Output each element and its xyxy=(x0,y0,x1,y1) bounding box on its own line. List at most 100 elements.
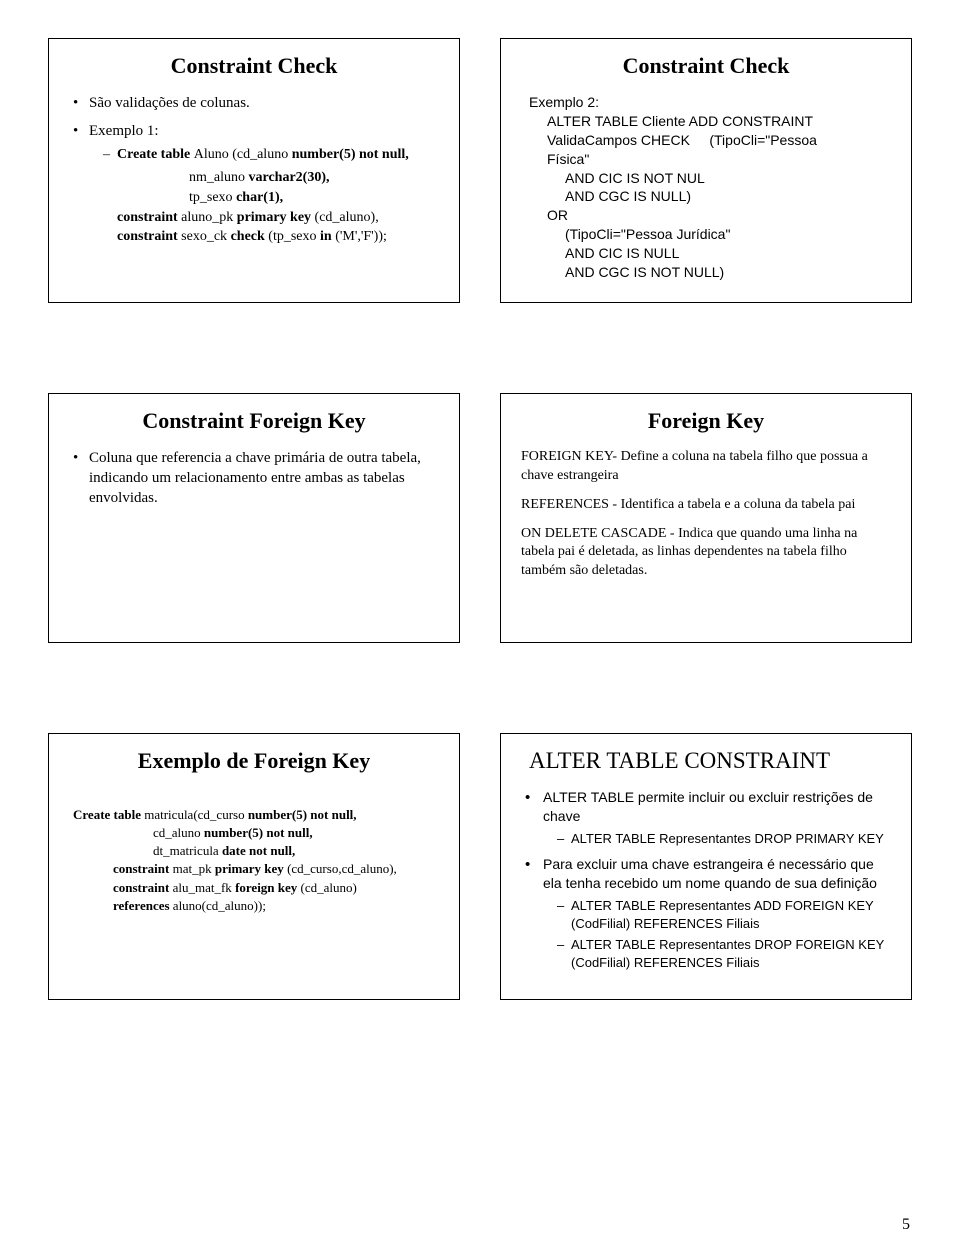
slide-exemplo-fk: Exemplo de Foreign Key Create table matr… xyxy=(48,733,460,1000)
example-label: Exemplo 2: xyxy=(529,94,599,110)
slide-constraint-check-2: Constraint Check Exemplo 2: ALTER TABLE … xyxy=(500,38,912,303)
ident: Aluno (cd_aluno xyxy=(194,147,292,162)
sub-item: ALTER TABLE Representantes DROP FOREIGN … xyxy=(557,936,891,971)
code-text: ValidaCampos CHECK xyxy=(547,132,690,148)
kw: char(1), xyxy=(236,190,283,205)
ident: sexo_ck xyxy=(181,229,230,244)
bullet-list: Coluna que referencia a chave primária d… xyxy=(69,448,439,509)
code-line: cd_aluno number(5) not null, xyxy=(73,824,439,842)
ident: nm_aluno xyxy=(189,170,249,185)
slide-constraint-check-1: Constraint Check São validações de colun… xyxy=(48,38,460,303)
ident: (cd_aluno), xyxy=(315,210,379,225)
slide-title: Constraint Check xyxy=(69,53,439,79)
slide-title: ALTER TABLE CONSTRAINT xyxy=(521,748,891,774)
code-line: constraint mat_pk primary key (cd_curso,… xyxy=(73,860,439,878)
code-line: nm_aluno varchar2(30), xyxy=(189,168,439,188)
ident: aluno(cd_aluno)); xyxy=(173,898,266,913)
code-line: OR xyxy=(529,206,891,225)
kw: constraint xyxy=(113,880,173,895)
slide-grid: Constraint Check São validações de colun… xyxy=(0,0,960,1000)
code-line: ALTER TABLE Cliente ADD CONSTRAINT xyxy=(529,112,891,131)
code-block: Create table matricula(cd_curso number(5… xyxy=(69,806,439,915)
code-block: constraint aluno_pk primary key (cd_alun… xyxy=(89,208,439,247)
kw: FOREIGN KEY- xyxy=(521,449,621,464)
code-line: constraint sexo_ck check (tp_sexo in ('M… xyxy=(117,227,439,247)
sub-list: Create table Aluno (cd_aluno number(5) n… xyxy=(89,146,439,165)
code-line: references aluno(cd_aluno)); xyxy=(73,897,439,915)
page-number: 5 xyxy=(902,1216,910,1234)
bullet-list: São validações de colunas. Exemplo 1: Cr… xyxy=(69,93,439,247)
kw: Create table xyxy=(117,147,194,162)
slide-body: FOREIGN KEY- Define a coluna na tabela f… xyxy=(521,448,891,581)
para: REFERENCES - Identifica a tabela e a col… xyxy=(521,496,891,515)
bullet-item: Para excluir uma chave estrangeira é nec… xyxy=(525,855,891,971)
bullet-item: Coluna que referencia a chave primária d… xyxy=(73,448,439,509)
code-text: (TipoCli="Pessoa xyxy=(709,132,817,148)
bullet-text: Para excluir uma chave estrangeira é nec… xyxy=(543,856,877,891)
ident: matricula(cd_curso xyxy=(144,807,248,822)
ident: mat_pk xyxy=(173,861,215,876)
slide-title: Constraint Check xyxy=(521,53,891,79)
code-line: AND CIC IS NOT NUL xyxy=(529,169,891,188)
ident: (cd_curso,cd_aluno), xyxy=(287,861,397,876)
kw: constraint xyxy=(117,229,181,244)
kw: constraint xyxy=(117,210,181,225)
ident: (tp_sexo xyxy=(268,229,320,244)
para: ON DELETE CASCADE - Indica que quando um… xyxy=(521,525,891,582)
para: FOREIGN KEY- Define a coluna na tabela f… xyxy=(521,448,891,486)
bullet-list: ALTER TABLE permite incluir ou excluir r… xyxy=(521,788,891,971)
code-line: tp_sexo char(1), xyxy=(189,188,439,208)
slide-alter-table: ALTER TABLE CONSTRAINT ALTER TABLE permi… xyxy=(500,733,912,1000)
slide-title: Foreign Key xyxy=(521,408,891,434)
code-line: constraint aluno_pk primary key (cd_alun… xyxy=(117,208,439,228)
code-line: AND CIC IS NULL xyxy=(529,244,891,263)
kw: date not null, xyxy=(222,843,295,858)
kw: primary key xyxy=(215,861,287,876)
code-line: AND CGC IS NULL) xyxy=(529,187,891,206)
bullet-label: Exemplo 1: xyxy=(89,123,159,139)
ident: aluno_pk xyxy=(181,210,237,225)
spacer xyxy=(69,788,439,806)
ident: ('M','F')); xyxy=(335,229,387,244)
slide-constraint-fk: Constraint Foreign Key Coluna que refere… xyxy=(48,393,460,643)
code-block: nm_aluno varchar2(30), tp_sexo char(1), xyxy=(89,168,439,207)
kw: number(5) not null, xyxy=(248,807,357,822)
code-line: Create table matricula(cd_curso number(5… xyxy=(73,806,439,824)
ident: dt_matricula xyxy=(153,843,222,858)
ident: (cd_aluno) xyxy=(301,880,357,895)
sub-item: ALTER TABLE Representantes DROP PRIMARY … xyxy=(557,830,891,848)
slide-title: Constraint Foreign Key xyxy=(69,408,439,434)
kw: Create table xyxy=(73,807,144,822)
bullet-text: ALTER TABLE permite incluir ou excluir r… xyxy=(543,789,873,824)
slide-title: Exemplo de Foreign Key xyxy=(69,748,439,774)
sub-item: ALTER TABLE Representantes ADD FOREIGN K… xyxy=(557,897,891,932)
kw: varchar2(30), xyxy=(249,170,330,185)
code-line: (TipoCli="Pessoa Jurídica" xyxy=(529,225,891,244)
text: Identifica a tabela e a coluna da tabela… xyxy=(621,497,856,512)
kw: number(5) not null, xyxy=(204,825,313,840)
ident: tp_sexo xyxy=(189,190,236,205)
kw: references xyxy=(113,898,173,913)
sub-list: ALTER TABLE Representantes DROP PRIMARY … xyxy=(543,830,891,848)
bullet-item: São validações de colunas. xyxy=(73,93,439,113)
code-line: Create table Aluno (cd_aluno number(5) n… xyxy=(103,146,439,165)
code-block: Exemplo 2: ALTER TABLE Cliente ADD CONST… xyxy=(521,93,891,282)
ident: cd_aluno xyxy=(153,825,204,840)
kw: foreign key xyxy=(235,880,300,895)
code-line: dt_matricula date not null, xyxy=(73,842,439,860)
kw: check xyxy=(231,229,269,244)
kw: REFERENCES - xyxy=(521,497,621,512)
bullet-item: Exemplo 1: Create table Aluno (cd_aluno … xyxy=(73,121,439,247)
kw: primary key xyxy=(237,210,315,225)
ident: alu_mat_fk xyxy=(173,880,235,895)
slide-fk: Foreign Key FOREIGN KEY- Define a coluna… xyxy=(500,393,912,643)
code-line: AND CGC IS NOT NULL) xyxy=(529,263,891,282)
kw: number(5) not null, xyxy=(292,147,409,162)
sub-list: ALTER TABLE Representantes ADD FOREIGN K… xyxy=(543,897,891,971)
code-line: Física" xyxy=(529,150,891,169)
bullet-item: ALTER TABLE permite incluir ou excluir r… xyxy=(525,788,891,847)
code-line: constraint alu_mat_fk foreign key (cd_al… xyxy=(73,879,439,897)
code-line: ValidaCampos CHECK (TipoCli="Pessoa xyxy=(529,131,891,150)
kw: constraint xyxy=(113,861,173,876)
kw: in xyxy=(320,229,335,244)
